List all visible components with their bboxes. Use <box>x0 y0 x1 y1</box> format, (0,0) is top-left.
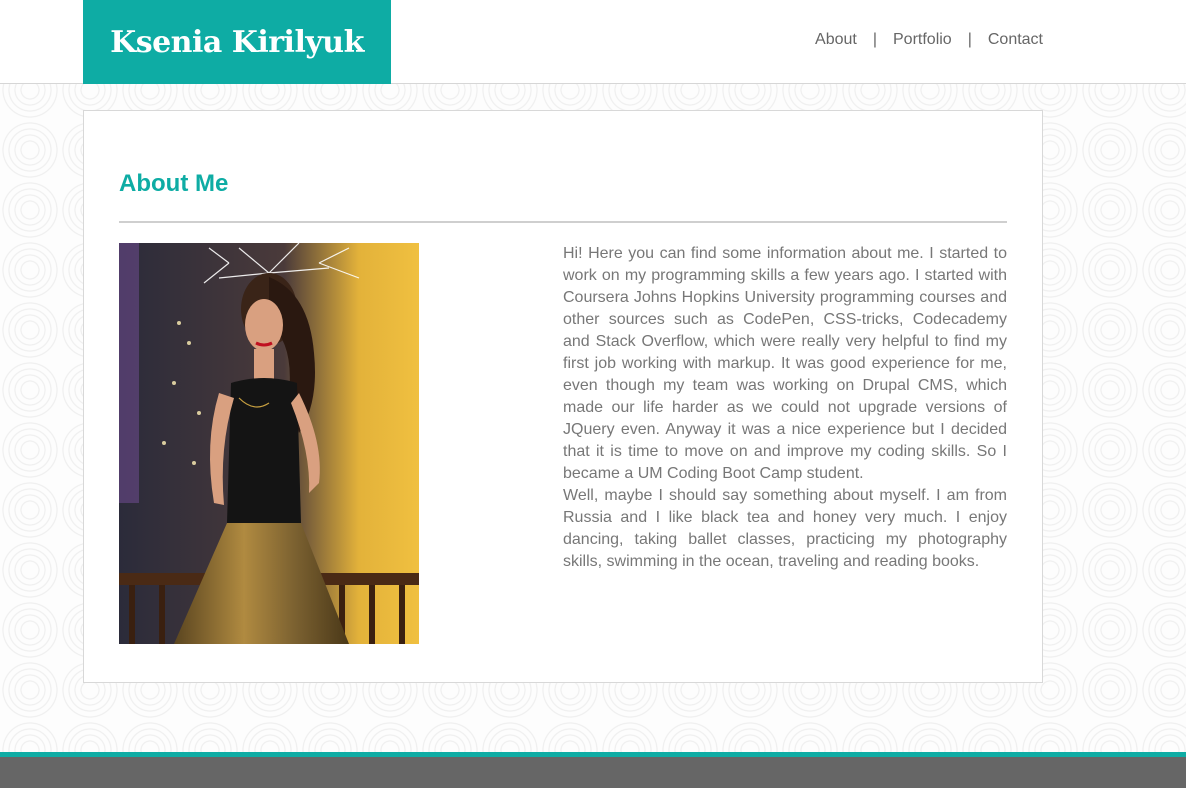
bio-paragraph: Hi! Here you can find some information a… <box>563 245 1007 482</box>
site-logo[interactable]: Ksenia Kirilyuk <box>83 0 391 84</box>
logo-text: Ksenia Kirilyuk <box>110 24 364 60</box>
nav-separator: | <box>872 31 877 48</box>
main-nav: About | Portfolio | Contact <box>815 31 1043 49</box>
page-title: About Me <box>119 170 229 197</box>
bio-text: Hi! Here you can find some information a… <box>563 243 1007 573</box>
about-card: About Me Hi! Here you can find some info… <box>83 110 1043 683</box>
site-header: Ksenia Kirilyuk About | Portfolio | Cont… <box>0 0 1186 84</box>
nav-link-contact[interactable]: Contact <box>988 31 1043 49</box>
profile-photo-illustration <box>119 243 419 644</box>
nav-separator: | <box>967 31 972 48</box>
site-footer <box>0 757 1186 788</box>
nav-link-portfolio[interactable]: Portfolio <box>893 31 952 49</box>
title-divider <box>119 221 1007 223</box>
bio-paragraph: Well, maybe I should say something about… <box>563 487 1007 570</box>
nav-link-about[interactable]: About <box>815 31 857 49</box>
profile-photo <box>119 243 419 644</box>
